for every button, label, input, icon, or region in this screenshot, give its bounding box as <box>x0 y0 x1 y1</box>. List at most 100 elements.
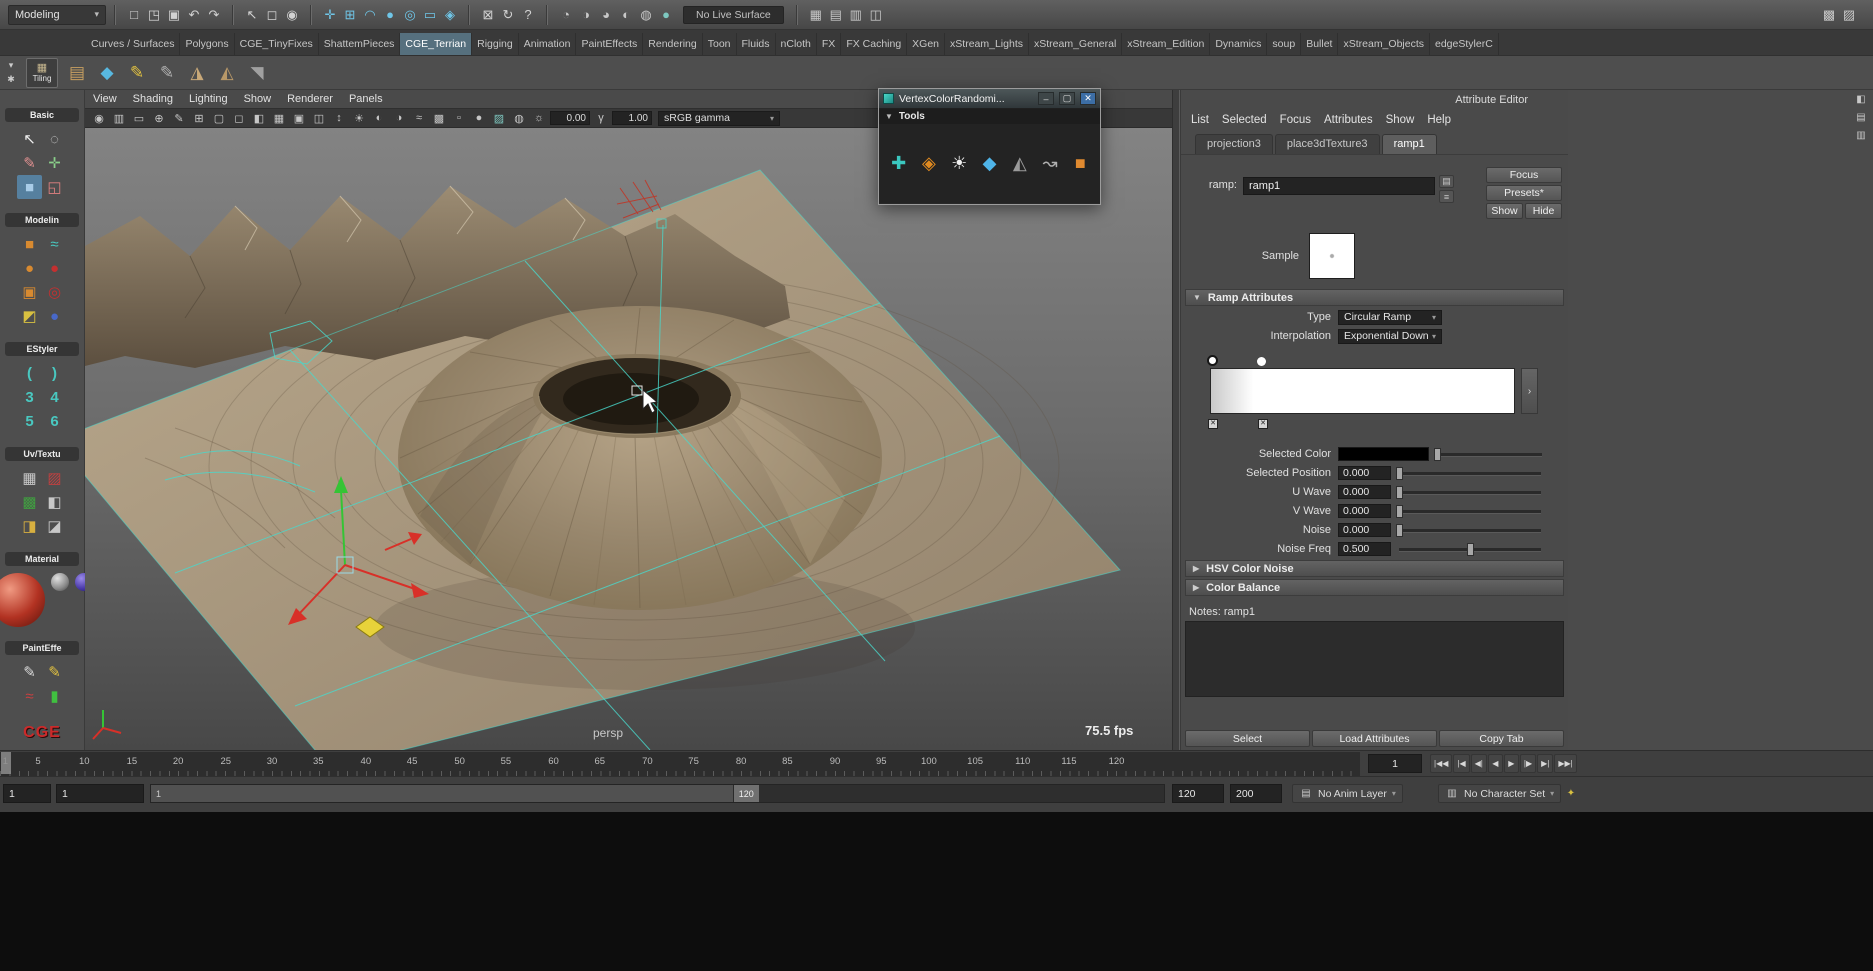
motion-blur-icon[interactable]: ≈ <box>410 110 428 126</box>
ramp-handle[interactable] <box>1257 357 1266 366</box>
open-scene-icon[interactable]: ◳ <box>144 5 164 25</box>
shelf-tab[interactable]: edgeStylerC <box>1430 33 1499 55</box>
material-red-sphere[interactable] <box>0 573 45 627</box>
textured-icon[interactable]: ▨ <box>490 110 508 126</box>
shelf-tab[interactable]: nCloth <box>776 33 817 55</box>
viewport-menu-item[interactable]: Shading <box>133 93 173 105</box>
snap-to-grid-icon[interactable]: ⊞ <box>340 5 360 25</box>
tools-section-header[interactable]: ▼ Tools <box>879 109 1100 124</box>
play-forwards-button[interactable]: ▶ <box>1504 754 1519 773</box>
uv-corner-icon[interactable]: ◪ <box>42 514 67 538</box>
character-set-dropdown[interactable]: ▥ No Character Set ▾ <box>1438 784 1561 803</box>
select-object-icon[interactable]: ◻ <box>262 5 282 25</box>
shelf-tab[interactable]: Animation <box>519 33 577 55</box>
poly-cubes-icon[interactable]: ▣ <box>17 280 42 304</box>
hide-button[interactable]: Hide <box>1525 203 1562 219</box>
attribute-editor-menu-item[interactable]: Help <box>1427 114 1451 126</box>
go-to-start-button[interactable]: |◀◀ <box>1430 754 1452 773</box>
range-slider[interactable]: 1 120 <box>150 784 1165 803</box>
color-balance-section[interactable]: ▶ Color Balance <box>1185 579 1564 596</box>
new-scene-icon[interactable]: □ <box>124 5 144 25</box>
uv-half-icon[interactable]: ◧ <box>42 490 67 514</box>
attribute-editor-menu-item[interactable]: List <box>1191 114 1209 126</box>
safe-action-icon[interactable]: ▣ <box>290 110 308 126</box>
snap-to-projected-center-icon[interactable]: ◎ <box>400 5 420 25</box>
current-frame-field[interactable] <box>1368 754 1422 773</box>
material-gray-sphere[interactable] <box>51 573 69 591</box>
grease-pencil-icon[interactable]: ✎ <box>170 110 188 126</box>
animation-end-field[interactable] <box>1230 784 1282 803</box>
shelf-tab[interactable]: Rigging <box>472 33 519 55</box>
poly-cube-icon[interactable]: ■ <box>17 232 42 256</box>
exposure-field[interactable] <box>550 111 590 125</box>
grid-icon[interactable]: ⊞ <box>190 110 208 126</box>
estyler-6-icon[interactable]: 6 <box>42 409 67 433</box>
playback-end-field[interactable] <box>1172 784 1224 803</box>
ramp-attributes-section[interactable]: ▼ Ramp Attributes <box>1185 289 1564 306</box>
poly-sphere-red-icon[interactable]: ● <box>42 256 67 280</box>
render-view-icon[interactable]: ◔ <box>556 5 576 25</box>
viewport-menu-item[interactable]: Renderer <box>287 93 333 105</box>
toolbox-section-modeling[interactable]: Modelin <box>5 213 79 227</box>
move-tool-icon[interactable]: ✛ <box>42 151 67 175</box>
uv-gold-icon[interactable]: ◨ <box>17 514 42 538</box>
panel-divider[interactable] <box>1172 90 1180 750</box>
attribute-editor-menu-item[interactable]: Selected <box>1222 114 1267 126</box>
ramp-handle-selected[interactable] <box>1207 355 1218 366</box>
shelf-tab[interactable]: Curves / Surfaces <box>86 33 180 55</box>
toolbox-section-estyler[interactable]: EStyler <box>5 342 79 356</box>
show-button[interactable]: Show <box>1486 203 1523 219</box>
playback-start-field[interactable] <box>56 784 144 803</box>
toolbox-section-basic[interactable]: Basic <box>5 108 79 122</box>
slider-handle[interactable] <box>1396 467 1403 480</box>
ramp-gradient-widget[interactable]: › ✕ ✕ <box>1185 355 1564 437</box>
construction-history-icon[interactable]: ↻ <box>498 5 518 25</box>
texture-list-icon[interactable]: ▤ <box>1439 175 1454 188</box>
hypershade-icon[interactable]: ◍ <box>636 5 656 25</box>
play-backwards-button[interactable]: ◀ <box>1488 754 1503 773</box>
animation-start-field[interactable] <box>3 784 51 803</box>
estyler-3-icon[interactable]: 3 <box>17 385 42 409</box>
snap-to-view-plane-icon[interactable]: ▭ <box>420 5 440 25</box>
shelf-tab[interactable]: Fluids <box>737 33 776 55</box>
ramp-gradient-bar[interactable] <box>1210 368 1515 414</box>
shelf-tiling-button[interactable]: ▦ Tiling <box>26 58 58 88</box>
rotate-tool-icon[interactable]: ■ <box>17 175 42 199</box>
toolbox-section-material[interactable]: Material <box>5 552 79 566</box>
ramp-name-field[interactable] <box>1243 177 1435 195</box>
paint-effects-panel-icon[interactable]: ▦ <box>806 5 826 25</box>
focus-button[interactable]: Focus <box>1486 167 1562 183</box>
toolbox-section-uv[interactable]: Uv/Textu <box>5 447 79 461</box>
make-live-icon[interactable]: ◈ <box>440 5 460 25</box>
tools-window-titlebar[interactable]: VertexColorRandomi... – ▢ ✕ <box>879 89 1100 109</box>
add-tool-icon[interactable]: ✚ <box>889 152 908 176</box>
viewport-menu-item[interactable]: Show <box>244 93 272 105</box>
tool-settings-toggle-icon[interactable]: ▥ <box>1854 128 1868 142</box>
select-tool-icon[interactable]: ↖ <box>17 127 42 151</box>
node-editor-icon[interactable]: ▥ <box>846 5 866 25</box>
step-back-key-button[interactable]: |◀ <box>1453 754 1469 773</box>
tab-ramp1[interactable]: ramp1 <box>1382 134 1437 154</box>
anim-layer-dropdown[interactable]: ▤ No Anim Layer ▾ <box>1292 784 1403 803</box>
view-transform-dropdown[interactable]: sRGB gamma ▾ <box>658 111 780 126</box>
blue-diamond-icon[interactable]: ◆ <box>980 152 999 176</box>
redo-icon[interactable]: ↷ <box>204 5 224 25</box>
estyler-4-icon[interactable]: 4 <box>42 385 67 409</box>
estyler-5-icon[interactable]: 5 <box>17 409 42 433</box>
shelf-tab[interactable]: xStream_Edition <box>1122 33 1210 55</box>
shelf-tab[interactable]: Bullet <box>1301 33 1338 55</box>
estyler-bracket-right-icon[interactable]: ) <box>42 361 67 385</box>
uv-red-icon[interactable]: ▨ <box>42 466 67 490</box>
load-attributes-button[interactable]: Load Attributes <box>1312 730 1437 747</box>
viewport-menu-item[interactable]: Panels <box>349 93 383 105</box>
gamma-field[interactable] <box>612 111 652 125</box>
checker-diamond-icon[interactable]: ◈ <box>919 152 938 176</box>
menu-set-dropdown[interactable]: Modeling ▾ <box>8 5 106 25</box>
shelf-blue-diamond-icon[interactable]: ◆ <box>94 60 120 86</box>
select-component-icon[interactable]: ◉ <box>282 5 302 25</box>
paint-stroke-red-icon[interactable]: ≈ <box>17 684 42 708</box>
cube-tool-icon[interactable]: ■ <box>1071 152 1090 176</box>
render-current-frame-icon[interactable]: ◑ <box>576 5 596 25</box>
poly-helix-icon[interactable]: ≈ <box>42 232 67 256</box>
channel-box-toggle-icon[interactable]: ◧ <box>1854 92 1868 106</box>
